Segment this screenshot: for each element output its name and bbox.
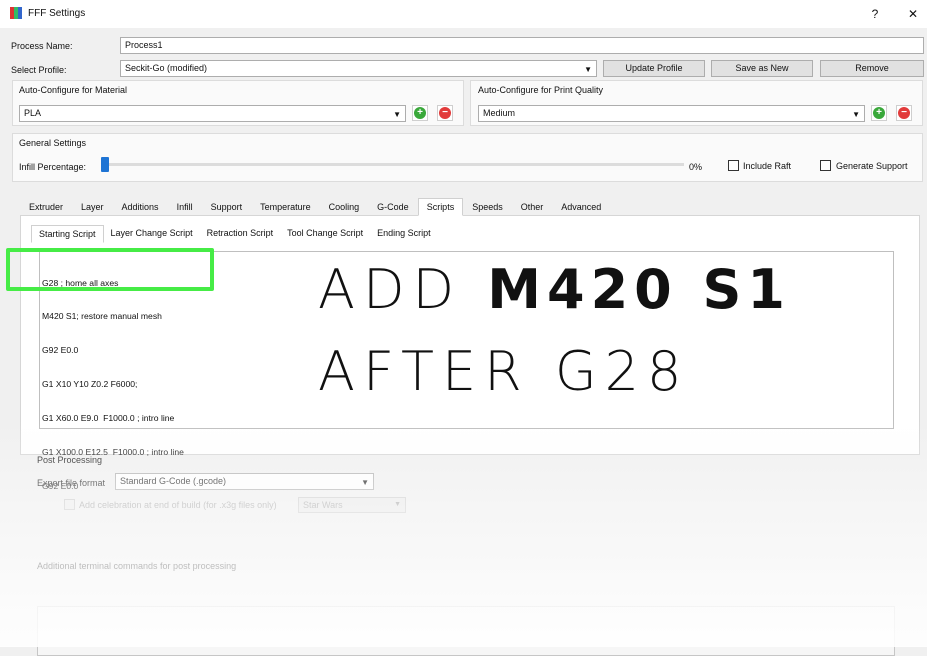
terminal-commands-label: Additional terminal commands for post pr… — [37, 561, 237, 571]
select-profile-label: Select Profile: — [11, 65, 67, 75]
celebration-select-value: Star Wars — [303, 500, 343, 510]
tab-extruder[interactable]: Extruder — [20, 198, 72, 216]
profile-select-value: Seckit-Go (modified) — [125, 63, 208, 73]
chevron-down-icon: ▼ — [361, 478, 369, 487]
window-title: FFF Settings — [28, 8, 86, 19]
include-raft-label: Include Raft — [743, 161, 792, 171]
infill-slider-handle[interactable] — [101, 157, 109, 172]
terminal-commands-input[interactable] — [37, 606, 895, 656]
celebration-select[interactable]: Star Wars ▼ — [298, 497, 406, 513]
material-select[interactable]: PLA ▼ — [19, 105, 406, 122]
save-as-new-button[interactable]: Save as New — [711, 60, 813, 77]
generate-support-checkbox[interactable] — [820, 160, 831, 171]
tab-g-code[interactable]: G-Code — [368, 198, 418, 216]
general-settings-group — [12, 133, 923, 182]
tab-speeds[interactable]: Speeds — [463, 198, 512, 216]
app-icon — [10, 7, 22, 19]
script-text: G28 ; home all axes M420 S1; restore man… — [42, 255, 184, 504]
quality-select[interactable]: Medium ▼ — [478, 105, 865, 122]
plus-icon: + — [414, 107, 426, 119]
subtab-starting-script[interactable]: Starting Script — [31, 225, 104, 243]
include-raft-checkbox[interactable] — [728, 160, 739, 171]
subtab-retraction-script[interactable]: Retraction Script — [200, 225, 281, 243]
update-profile-button[interactable]: Update Profile — [603, 60, 705, 77]
script-line: G1 X10 Y10 Z0.2 F6000; — [42, 379, 138, 390]
celebration-label: Add celebration at end of build (for .x3… — [79, 500, 277, 510]
process-name-label: Process Name: — [11, 41, 73, 51]
export-format-select[interactable]: Standard G-Code (.gcode) ▼ — [115, 473, 374, 490]
tab-scripts[interactable]: Scripts — [417, 198, 464, 216]
subtab-ending-script[interactable]: Ending Script — [370, 225, 438, 243]
tab-support[interactable]: Support — [202, 198, 252, 216]
main-tabs: Extruder Layer Additions Infill Support … — [20, 198, 610, 216]
post-processing-label: Post Processing — [37, 455, 103, 465]
remove-material-button[interactable]: − — [437, 105, 453, 121]
chevron-down-icon: ▼ — [394, 501, 401, 508]
overlay-add-text: ADD — [318, 258, 488, 321]
profile-select[interactable]: Seckit-Go (modified) ▼ — [120, 60, 597, 77]
tab-infill[interactable]: Infill — [168, 198, 202, 216]
remove-profile-button[interactable]: Remove — [820, 60, 924, 77]
tab-advanced[interactable]: Advanced — [552, 198, 610, 216]
export-format-value: Standard G-Code (.gcode) — [120, 476, 227, 486]
script-line: G1 X60.0 E9.0 F1000.0 ; intro line — [42, 413, 175, 424]
infill-slider-track[interactable] — [104, 163, 684, 166]
tab-additions[interactable]: Additions — [113, 198, 168, 216]
title-bar — [0, 0, 927, 28]
plus-icon: + — [873, 107, 885, 119]
overlay-command-text: M420 S1 — [487, 258, 792, 321]
tab-temperature[interactable]: Temperature — [251, 198, 320, 216]
highlight-box — [6, 248, 214, 291]
infill-percentage-label: Infill Percentage: — [19, 162, 87, 172]
overlay-caption-line-2: AFTER G28 — [318, 340, 690, 403]
close-button[interactable]: ✕ — [901, 5, 925, 23]
script-line: M420 S1; restore manual mesh — [42, 311, 162, 322]
minus-icon: − — [898, 107, 910, 119]
process-name-input[interactable]: Process1 — [120, 37, 924, 54]
tab-other[interactable]: Other — [512, 198, 553, 216]
remove-quality-button[interactable]: − — [896, 105, 912, 121]
tab-layer[interactable]: Layer — [72, 198, 113, 216]
generate-support-label: Generate Support — [836, 161, 908, 171]
add-material-button[interactable]: + — [412, 105, 428, 121]
tab-cooling[interactable]: Cooling — [320, 198, 369, 216]
chevron-down-icon: ▼ — [852, 110, 860, 119]
export-format-label: Export file format — [37, 478, 106, 488]
chevron-down-icon: ▼ — [584, 65, 592, 74]
chevron-down-icon: ▼ — [393, 110, 401, 119]
overlay-caption-line-1: ADD M420 S1 — [318, 258, 791, 321]
infill-value: 0% — [689, 162, 703, 172]
subtab-layer-change-script[interactable]: Layer Change Script — [104, 225, 200, 243]
celebration-checkbox[interactable] — [64, 499, 75, 510]
add-quality-button[interactable]: + — [871, 105, 887, 121]
subtab-tool-change-script[interactable]: Tool Change Script — [280, 225, 370, 243]
material-label: Auto-Configure for Material — [19, 85, 128, 95]
quality-select-value: Medium — [483, 108, 516, 118]
minus-icon: − — [439, 107, 451, 119]
script-line: G92 E0.0 — [42, 345, 79, 356]
quality-label: Auto-Configure for Print Quality — [478, 85, 604, 95]
script-subtabs: Starting Script Layer Change Script Retr… — [31, 225, 438, 243]
help-button[interactable]: ? — [863, 5, 887, 23]
general-settings-label: General Settings — [19, 138, 87, 148]
material-select-value: PLA — [24, 108, 42, 118]
